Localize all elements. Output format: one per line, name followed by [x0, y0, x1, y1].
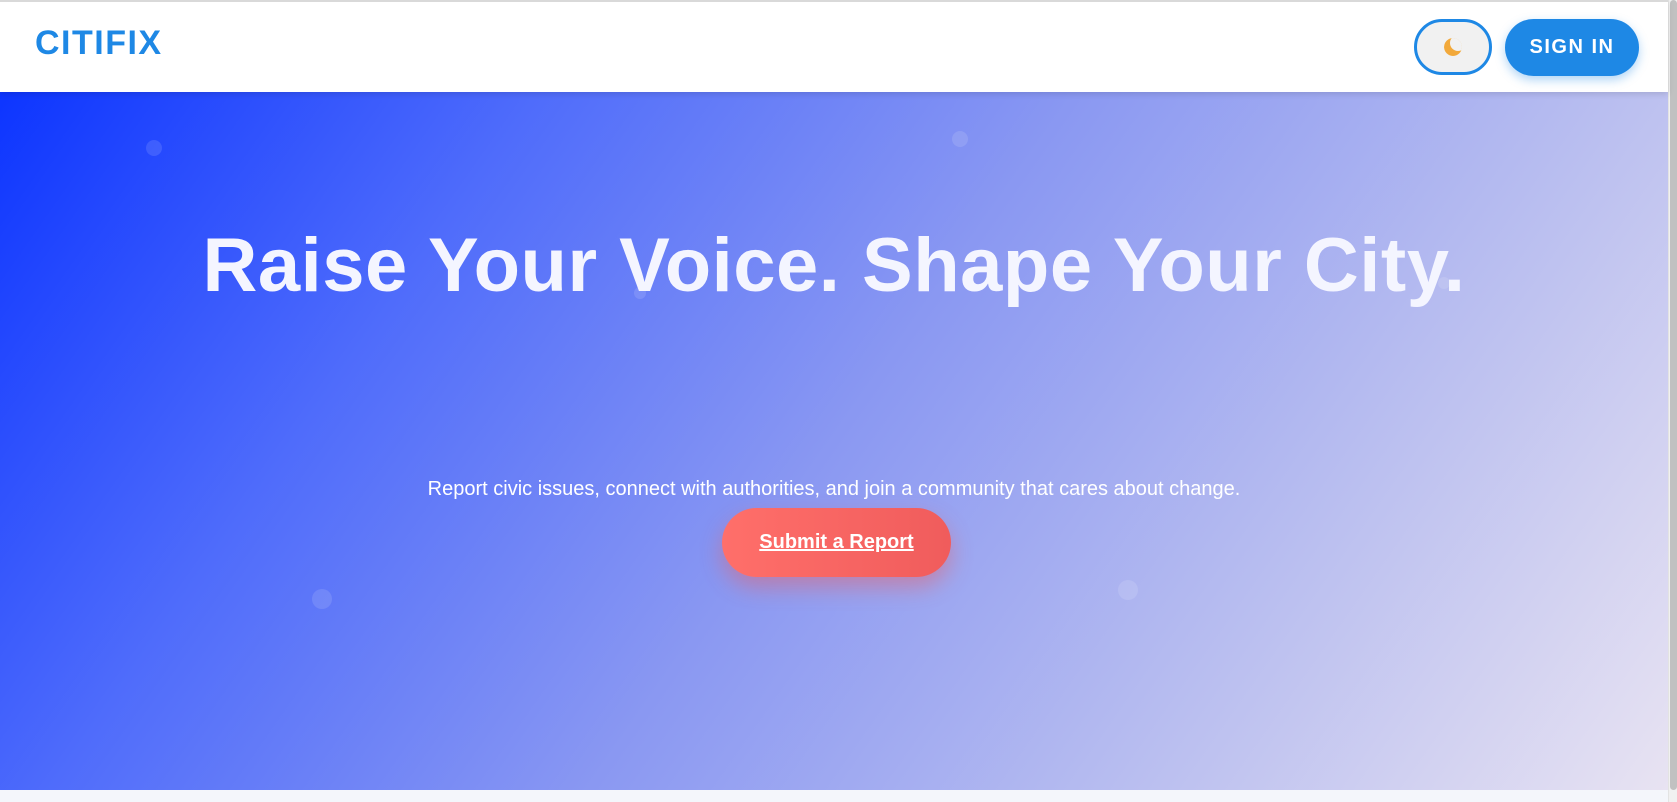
moon-icon [1444, 38, 1462, 56]
decorative-bubble [1118, 580, 1138, 600]
vertical-scrollbar[interactable] [1668, 0, 1677, 802]
page-bottom-strip [0, 790, 1668, 802]
scrollbar-thumb[interactable] [1670, 0, 1677, 790]
page: CITIFIX SIGN IN Raise Your Voice. Shape … [0, 0, 1677, 802]
sign-in-button[interactable]: SIGN IN [1505, 19, 1639, 76]
theme-toggle-button[interactable] [1414, 19, 1492, 75]
brand-logo[interactable]: CITIFIX [35, 24, 163, 63]
hero-subtitle: Report civic issues, connect with author… [427, 478, 1241, 500]
decorative-bubble [312, 589, 332, 609]
submit-report-button[interactable]: Submit a Report [722, 508, 951, 577]
top-navbar: CITIFIX SIGN IN [0, 0, 1668, 92]
decorative-bubble [952, 131, 968, 147]
hero-section: Raise Your Voice. Shape Your City. Repor… [0, 92, 1668, 790]
decorative-bubble [146, 140, 162, 156]
hero-title: Raise Your Voice. Shape Your City. [202, 223, 1466, 308]
